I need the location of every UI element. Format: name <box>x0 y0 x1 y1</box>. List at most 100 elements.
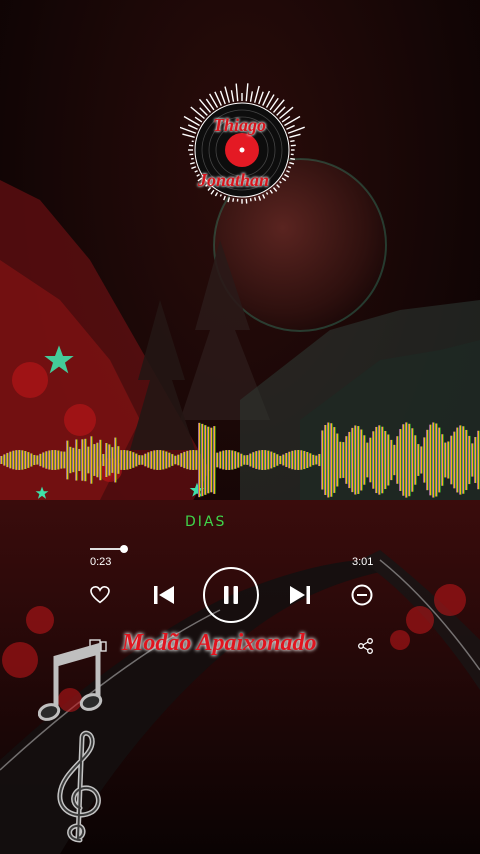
waveform-bar <box>264 450 267 470</box>
waveform-bar <box>168 452 171 468</box>
waveform-bar <box>375 426 378 494</box>
waveform-bar <box>9 451 12 469</box>
logo-eq-bar <box>182 133 195 138</box>
waveform-bar <box>282 454 285 466</box>
logo-eq-bar <box>230 90 235 102</box>
waveform-bar <box>351 427 354 493</box>
waveform-bar <box>288 451 291 469</box>
album-title: Modão Apaixonado <box>122 630 317 656</box>
logo-eq-bar <box>187 124 198 130</box>
waveform-bar <box>408 423 411 497</box>
logo-eq-bar <box>199 107 208 116</box>
waveform-bar <box>414 435 417 485</box>
logo-name-first: Thiago <box>213 115 267 135</box>
waveform-bar <box>450 435 453 485</box>
waveform-bar <box>258 450 261 470</box>
star-icon <box>44 345 74 374</box>
logo-eq-bar <box>265 192 269 195</box>
waveform-bar <box>45 451 48 469</box>
logo-eq-bar <box>276 184 280 188</box>
favorite-button[interactable] <box>88 584 112 606</box>
logo-eq-bar <box>232 198 235 202</box>
waveform-bar <box>315 455 318 465</box>
waveform-bar <box>369 437 372 483</box>
play-pause-button[interactable] <box>203 567 259 623</box>
waveform-bar <box>72 447 75 473</box>
waveform-bar <box>345 436 348 484</box>
logo-eq-bar <box>286 170 290 173</box>
logo-eq-bar <box>219 90 226 105</box>
waveform-bar <box>294 450 297 470</box>
waveform-bar <box>276 454 279 466</box>
waveform-bar <box>393 444 396 476</box>
waveform-bar <box>309 453 312 467</box>
waveform-bar <box>222 450 225 470</box>
waveform-bar <box>81 439 84 481</box>
waveform-bar <box>207 426 210 494</box>
minus-circle-icon <box>351 584 373 606</box>
treble-clef-icon <box>57 730 101 843</box>
waveform-bar <box>390 439 393 481</box>
player-screen: Thiago Jonathan DIAS 0:23 3:01 Modão Apa… <box>0 0 480 854</box>
waveform-bar <box>291 450 294 470</box>
waveform-bar <box>453 431 456 489</box>
waveform-bar <box>360 429 363 491</box>
logo-eq-bar <box>286 124 295 130</box>
waveform-bar <box>285 453 288 467</box>
waveform-bar <box>399 429 402 491</box>
elapsed-time: 0:23 <box>90 556 112 568</box>
logo-eq-bar <box>281 177 287 182</box>
waveform-bar <box>27 452 30 468</box>
logo-eq-bar <box>214 192 219 197</box>
waveform-bar <box>447 441 450 479</box>
waveform-bar <box>60 451 63 469</box>
waveform-bar <box>255 451 258 469</box>
waveform-bar <box>153 450 156 470</box>
waveform-bar <box>357 426 360 494</box>
waveform-bar <box>462 426 465 494</box>
waveform-bar <box>192 450 195 470</box>
waveform-bar <box>312 454 315 466</box>
logo-eq-bar <box>279 106 294 120</box>
waveform-bar <box>411 428 414 492</box>
progress-thumb[interactable] <box>120 545 128 553</box>
previous-button[interactable] <box>152 583 176 607</box>
waveform-bar <box>429 424 432 496</box>
share-button[interactable] <box>357 637 373 655</box>
waveform-bar <box>3 454 6 466</box>
waveform-bar <box>219 451 222 469</box>
waveform-bar <box>12 450 15 470</box>
waveform-bar <box>225 450 228 470</box>
waveform-bar <box>174 455 177 465</box>
waveform-bar <box>96 442 99 478</box>
progress-bar[interactable] <box>90 548 124 550</box>
waveform-bar <box>246 455 249 465</box>
logo-eq-bar <box>190 106 205 120</box>
waveform-bar <box>63 451 66 469</box>
waveform-bar <box>24 451 27 469</box>
waveform-bar <box>252 452 255 468</box>
waveform-bar <box>42 452 45 468</box>
waveform-bar <box>267 450 270 470</box>
waveform-bar <box>243 455 246 465</box>
waveform-bar <box>210 427 213 493</box>
waveform-bar <box>324 425 327 495</box>
logo-eq-bar <box>191 166 197 170</box>
waveform-bar <box>180 453 183 467</box>
next-button[interactable] <box>288 583 312 607</box>
waveform-bar <box>165 451 168 469</box>
logo-eq-bar <box>249 91 254 102</box>
waveform-bar <box>279 455 282 465</box>
waveform-bar <box>30 453 33 467</box>
waveform-bar <box>216 452 219 468</box>
waveform-bar <box>138 455 141 465</box>
waveform-bar <box>465 429 468 491</box>
logo-eq-bar <box>235 83 239 102</box>
logo-eq-bar <box>269 189 273 194</box>
waveform-bar <box>189 450 192 470</box>
waveform-bar <box>249 453 252 467</box>
remove-button[interactable] <box>350 583 374 607</box>
waveform-bar <box>342 442 345 478</box>
logo-eq-bar <box>254 197 257 201</box>
waveform-bar <box>303 450 306 470</box>
